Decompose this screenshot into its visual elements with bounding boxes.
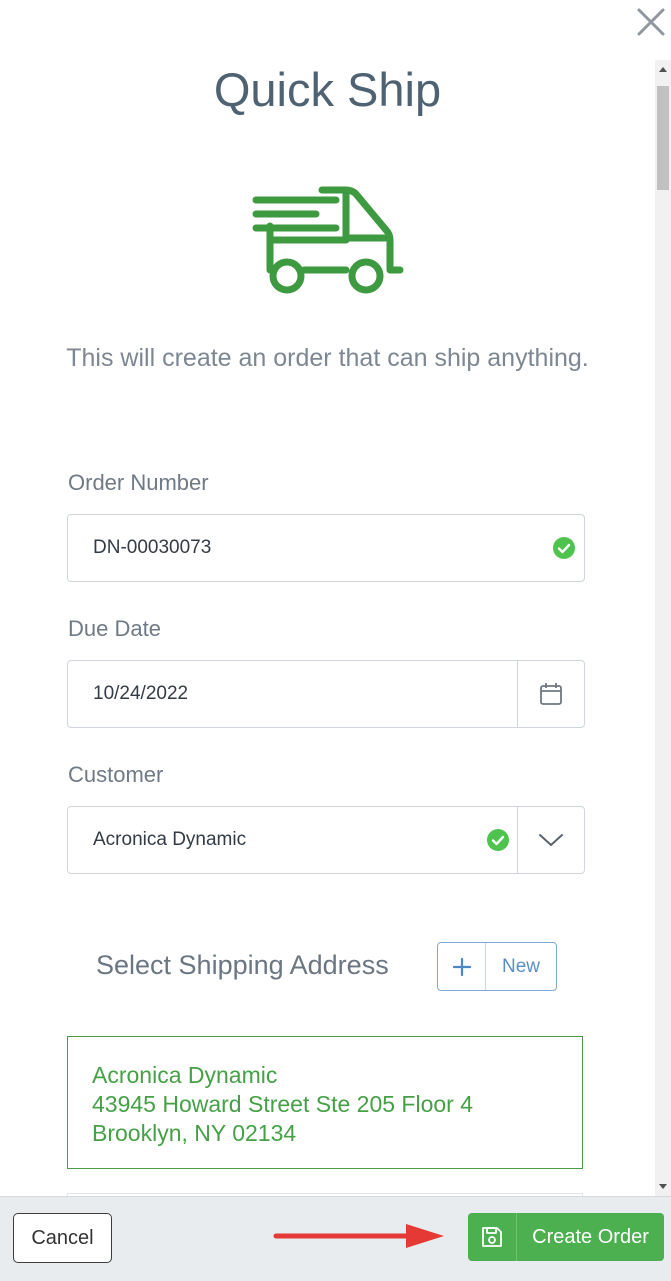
due-date-input[interactable] [93, 661, 493, 727]
scroll-down-arrow-icon[interactable] [655, 1176, 671, 1196]
dialog-title: Quick Ship [213, 63, 442, 116]
dialog-footer: Cancel Create Order [0, 1196, 671, 1281]
vertical-scrollbar[interactable] [655, 60, 671, 1196]
customer-dropdown-button[interactable] [517, 807, 584, 873]
order-number-label: Order Number [68, 470, 209, 495]
new-address-button[interactable]: New [437, 942, 557, 991]
address-card-selected[interactable]: Acronica Dynamic 43945 Howard Street Ste… [67, 1036, 583, 1169]
valid-check-icon [553, 537, 575, 559]
customer-input[interactable] [93, 807, 473, 873]
chevron-down-icon [539, 834, 563, 846]
order-number-input[interactable] [93, 515, 533, 581]
address-city: Brooklyn, NY 02134 [92, 1120, 297, 1146]
due-date-field[interactable] [67, 660, 585, 728]
new-address-label: New [501, 955, 540, 977]
due-date-label: Due Date [68, 616, 161, 641]
scroll-up-arrow-icon[interactable] [655, 60, 671, 80]
cancel-button[interactable]: Cancel [13, 1213, 112, 1263]
customer-select[interactable] [67, 806, 585, 874]
order-number-field[interactable] [67, 514, 585, 582]
valid-check-icon [487, 829, 509, 851]
address-name: Acronica Dynamic [92, 1062, 278, 1088]
dialog-subtitle: This will create an order that can ship … [66, 344, 589, 372]
close-button[interactable] [631, 2, 671, 42]
plus-icon [438, 943, 486, 990]
create-order-button[interactable]: Create Order [468, 1213, 664, 1261]
save-icon [468, 1213, 517, 1261]
create-order-label: Create Order [532, 1225, 649, 1248]
delivery-truck-icon [252, 186, 404, 294]
shipping-address-heading: Select Shipping Address [96, 950, 389, 980]
address-street: 43945 Howard Street Ste 205 Floor 4 [92, 1091, 474, 1117]
scrollbar-thumb[interactable] [657, 86, 669, 190]
close-icon [637, 8, 665, 36]
customer-label: Customer [68, 762, 164, 787]
red-arrow-annotation-icon [273, 1224, 444, 1248]
calendar-icon [540, 683, 562, 705]
calendar-button[interactable] [517, 661, 584, 727]
